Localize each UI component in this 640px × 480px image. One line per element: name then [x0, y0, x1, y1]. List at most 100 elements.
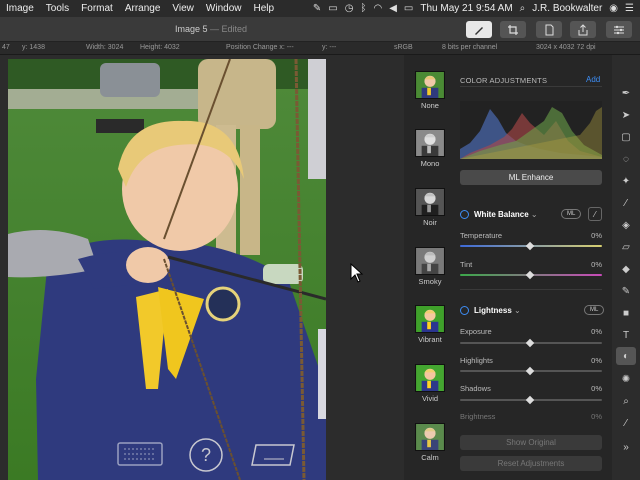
color-adjust-tool-icon[interactable]: ◐: [616, 347, 636, 365]
siri-icon[interactable]: ◉: [609, 3, 618, 14]
zoom-icon[interactable]: ⌕: [620, 395, 632, 407]
control-center-icon[interactable]: ☰: [625, 3, 634, 14]
info-dimensions: 3024 x 4032 72 dpi: [536, 44, 596, 51]
document-name: Image 5: [175, 24, 208, 34]
svg-text:?: ?: [201, 445, 211, 465]
photo-illustration: [8, 59, 326, 480]
adjust-button[interactable]: [466, 21, 492, 38]
exposure-value: 0%: [591, 327, 602, 336]
show-original-button[interactable]: Show Original: [460, 435, 602, 450]
preset-mono[interactable]: Mono: [415, 129, 447, 168]
section-divider: [460, 289, 602, 290]
magic-wand-icon[interactable]: ✦: [620, 175, 632, 187]
extension-icon[interactable]: ✎: [313, 3, 321, 14]
image-canvas[interactable]: ?: [0, 55, 404, 480]
tint-slider-knob[interactable]: [525, 270, 535, 280]
preset-smoky[interactable]: Smoky: [415, 247, 447, 286]
adjustments-panel: COLOR ADJUSTMENTS Add ML Enhance White B…: [456, 55, 612, 480]
brush-icon: [475, 26, 483, 35]
menu-arrange[interactable]: Arrange: [119, 3, 167, 14]
trackpad-icon[interactable]: [250, 441, 298, 474]
lightness-ml-button[interactable]: ML: [584, 305, 605, 315]
bucket-icon[interactable]: ◈: [620, 219, 632, 231]
preset-calm-thumb: [415, 423, 445, 451]
smudge-icon[interactable]: ◆: [620, 263, 632, 275]
chevron-down-icon: ⌄: [528, 210, 538, 219]
menu-help[interactable]: Help: [247, 3, 280, 14]
wifi-icon[interactable]: ◠: [373, 3, 382, 14]
shape-icon[interactable]: ■: [620, 307, 632, 319]
shadows-slider-knob[interactable]: [525, 395, 535, 405]
arrow-tool-icon[interactable]: ➤: [620, 109, 632, 121]
white-balance-toggle[interactable]: [460, 210, 469, 219]
photo-boy-archery[interactable]: [8, 59, 326, 480]
keyboard-icon[interactable]: [116, 439, 164, 474]
pen-tool-icon[interactable]: ✒: [620, 87, 632, 99]
bluetooth-icon[interactable]: ᛒ: [360, 3, 366, 14]
share-button[interactable]: [570, 21, 596, 38]
info-colorspace: sRGB: [394, 44, 413, 51]
highlights-label: Highlights: [460, 356, 493, 365]
add-adjustment-link[interactable]: Add: [586, 75, 600, 84]
brightness-value: 0%: [591, 412, 602, 421]
document-status: — Edited: [210, 24, 248, 34]
info-bar: 47 y: 1438 Width: 3024 Height: 4032 Posi…: [0, 42, 640, 55]
chevron-down-icon: ⌄: [511, 306, 521, 315]
status-area: ✎ ▭ ◷ ᛒ ◠ ◀ ▭ Thu May 21 9:54 AM ⌕ J.R. …: [313, 3, 640, 14]
temperature-label: Temperature: [460, 231, 503, 240]
window-toolbar: Image 5 — Edited: [0, 17, 640, 42]
more-tools-icon[interactable]: »: [620, 441, 632, 453]
rectangle-select-icon[interactable]: ▢: [620, 131, 632, 143]
menu-format[interactable]: Format: [75, 3, 119, 14]
new-document-button[interactable]: [536, 21, 562, 38]
brush-tool-icon[interactable]: ⁄: [620, 197, 632, 209]
preset-label: Calm: [421, 453, 439, 462]
retouch-icon[interactable]: ✺: [620, 373, 632, 385]
help-icon[interactable]: ?: [188, 437, 224, 478]
histogram: [460, 101, 602, 159]
exposure-slider-knob[interactable]: [525, 338, 535, 348]
header-divider: [460, 86, 602, 87]
menu-view[interactable]: View: [166, 3, 200, 14]
menu-window[interactable]: Window: [200, 3, 248, 14]
lightness-title[interactable]: Lightness ⌄: [474, 306, 521, 315]
eraser-icon[interactable]: ▱: [620, 241, 632, 253]
reset-adjustments-button[interactable]: Reset Adjustments: [460, 456, 602, 471]
lightness-toggle[interactable]: [460, 306, 469, 315]
battery-icon[interactable]: ▭: [404, 3, 413, 14]
preset-vibrant[interactable]: Vibrant: [415, 305, 447, 344]
document-icon: [545, 24, 554, 35]
menubar-datetime[interactable]: Thu May 21 9:54 AM: [420, 3, 512, 14]
info-bits: 8 bits per channel: [442, 44, 498, 51]
temperature-slider-knob[interactable]: [525, 241, 535, 251]
pencil-icon[interactable]: ✎: [620, 285, 632, 297]
sidebar-toggle-button[interactable]: [606, 21, 632, 38]
menu-image[interactable]: Image: [0, 3, 40, 14]
white-balance-title[interactable]: White Balance ⌄: [474, 210, 538, 219]
preset-label: Vivid: [421, 394, 439, 403]
highlights-slider-knob[interactable]: [525, 366, 535, 376]
preset-none[interactable]: None: [415, 71, 447, 110]
preset-none-thumb: [415, 71, 445, 99]
info-position-change: Position Change x: ---: [226, 44, 294, 51]
ml-enhance-button[interactable]: ML Enhance: [460, 170, 602, 185]
eyedropper-tool-icon[interactable]: ⁄: [620, 417, 632, 429]
preset-vibrant-thumb: [415, 305, 445, 333]
eyedropper-icon[interactable]: ⁄: [588, 207, 602, 221]
preset-calm[interactable]: Calm: [415, 423, 447, 462]
info-x: 47: [2, 44, 10, 51]
text-tool-icon[interactable]: T: [620, 329, 632, 341]
search-icon[interactable]: ⌕: [520, 3, 526, 14]
color-adjustments-header: COLOR ADJUSTMENTS: [460, 76, 548, 85]
volume-icon[interactable]: ◀: [389, 3, 397, 14]
menubar-user[interactable]: J.R. Bookwalter: [532, 3, 602, 14]
menu-tools[interactable]: Tools: [40, 3, 75, 14]
preset-vivid-thumb: [415, 364, 445, 392]
crop-button[interactable]: [500, 21, 526, 38]
screen-icon[interactable]: ▭: [328, 3, 337, 14]
lasso-icon[interactable]: ◌: [620, 153, 632, 165]
clock-icon[interactable]: ◷: [345, 3, 354, 14]
preset-vivid[interactable]: Vivid: [415, 364, 447, 403]
white-balance-ml-button[interactable]: ML: [561, 209, 582, 219]
preset-noir[interactable]: Noir: [415, 188, 447, 227]
